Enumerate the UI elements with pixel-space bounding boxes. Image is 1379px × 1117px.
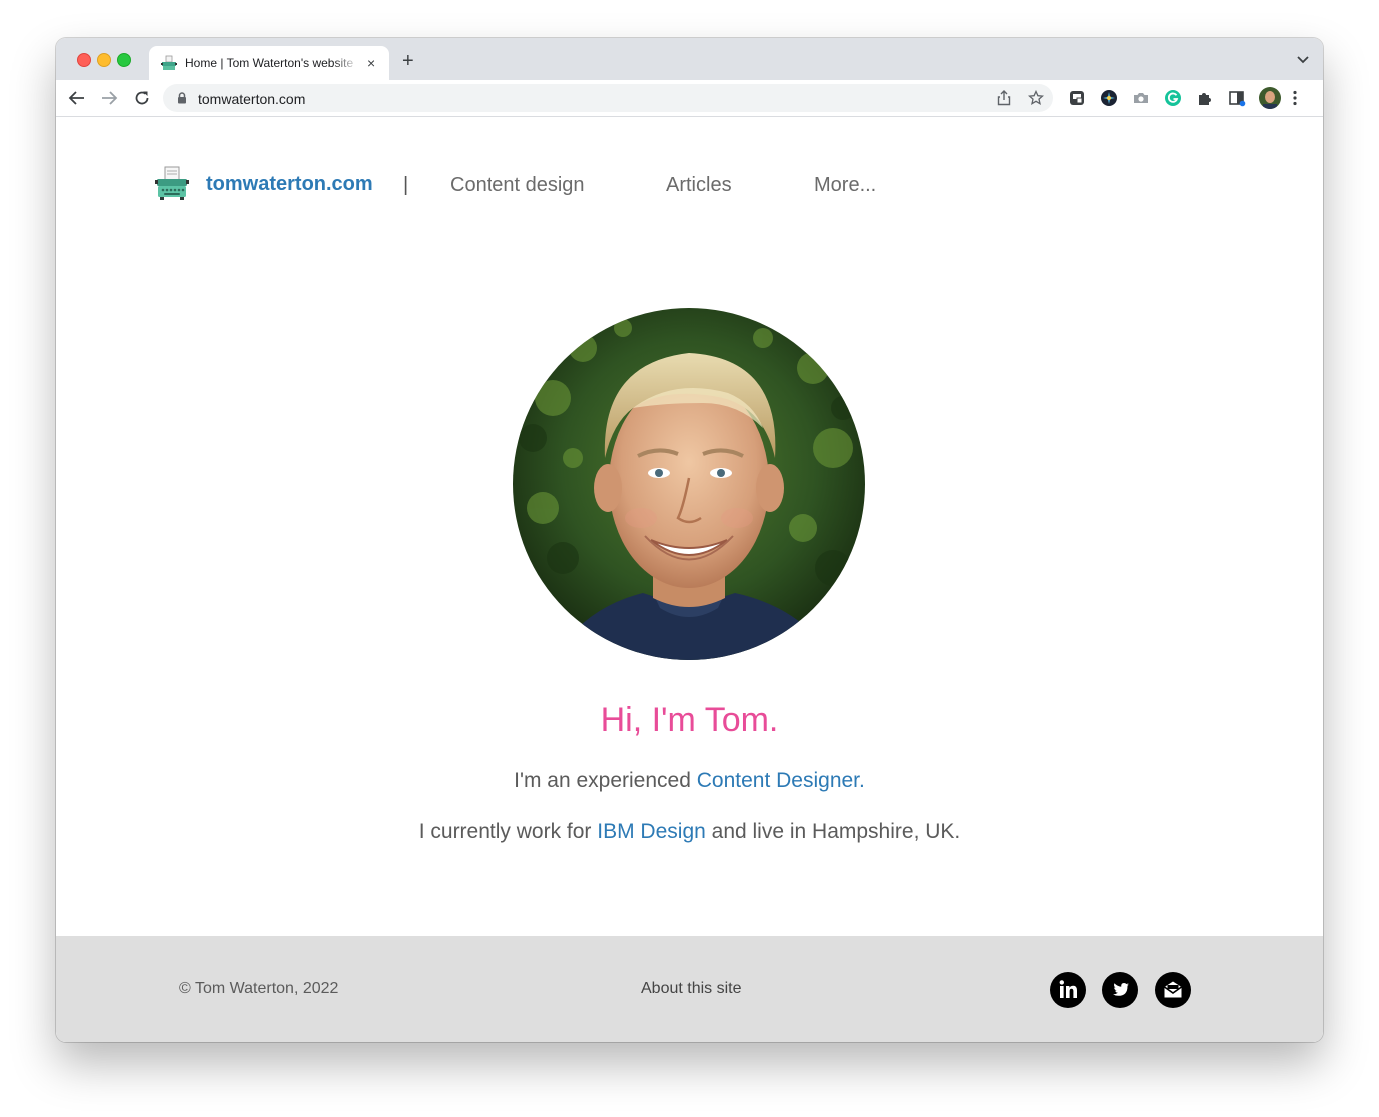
back-arrow-icon[interactable] <box>68 89 86 107</box>
intro-work-suffix: and live in Hampshire, UK. <box>705 820 961 843</box>
profile-photo <box>513 308 865 660</box>
copyright-text: © Tom Waterton, 2022 <box>179 980 339 997</box>
intro-line-role: I'm an experienced Content Designer. <box>56 769 1323 793</box>
intro-work-prefix: I currently work for <box>418 820 598 843</box>
tab-strip: Home | Tom Waterton's website × + <box>56 38 1323 80</box>
email-icon[interactable] <box>1155 972 1191 1008</box>
nav-link-more[interactable]: More... <box>814 174 876 197</box>
camera-icon[interactable] <box>1132 89 1150 107</box>
site-logo-link[interactable]: tomwaterton.com <box>206 173 373 196</box>
reading-list-icon[interactable] <box>1228 89 1246 107</box>
forward-arrow-icon[interactable] <box>100 89 118 107</box>
content-designer-link[interactable]: Content Designer <box>697 769 859 792</box>
new-tab-button[interactable]: + <box>402 51 414 71</box>
typewriter-favicon-icon <box>161 55 177 70</box>
typewriter-logo-icon[interactable] <box>154 165 190 201</box>
share-icon[interactable] <box>997 90 1011 106</box>
minimize-window-button[interactable] <box>97 53 111 67</box>
ibm-design-link[interactable]: IBM Design <box>597 820 706 843</box>
nav-link-content-design[interactable]: Content design <box>450 174 585 197</box>
greeting-heading: Hi, I'm Tom. <box>600 701 779 739</box>
browser-window: Home | Tom Waterton's website × + tomwat… <box>56 38 1323 1042</box>
address-bar[interactable]: tomwaterton.com <box>163 84 1053 112</box>
maximize-window-button[interactable] <box>117 53 131 67</box>
twitter-icon[interactable] <box>1102 972 1138 1008</box>
browser-tab-active[interactable]: Home | Tom Waterton's website × <box>149 46 389 80</box>
lock-icon[interactable] <box>177 92 187 104</box>
browser-toolbar: tomwaterton.com <box>56 80 1323 117</box>
close-window-button[interactable] <box>77 53 91 67</box>
reload-icon[interactable] <box>133 89 151 107</box>
tab-title: Home | Tom Waterton's website <box>185 56 354 70</box>
kebab-menu-icon[interactable] <box>1292 89 1298 107</box>
chevron-down-icon[interactable] <box>1297 56 1309 64</box>
linkedin-icon[interactable] <box>1050 972 1086 1008</box>
web-page: tomwaterton.com | Content design Article… <box>56 117 1323 1042</box>
grammarly-icon[interactable] <box>1164 89 1182 107</box>
profile-avatar-icon[interactable] <box>1259 87 1281 109</box>
intro-role-prefix: I'm an experienced <box>514 769 697 792</box>
nav-separator: | <box>403 174 409 196</box>
site-footer: © Tom Waterton, 2022 About this site <box>56 936 1323 1042</box>
intro-role-suffix: . <box>859 769 865 792</box>
tab-close-icon[interactable]: × <box>367 56 375 70</box>
star-bookmark-icon[interactable] <box>1028 90 1044 106</box>
about-site-link[interactable]: About this site <box>641 980 742 998</box>
address-url[interactable]: tomwaterton.com <box>198 91 305 107</box>
nav-link-articles[interactable]: Articles <box>666 174 732 197</box>
puzzle-extensions-icon[interactable] <box>1196 89 1214 107</box>
intro-line-work: I currently work for IBM Design and live… <box>56 820 1323 844</box>
extension-notes-icon[interactable] <box>1068 89 1086 107</box>
site-header: tomwaterton.com | Content design Article… <box>56 117 1323 257</box>
extension-color-wheel-icon[interactable] <box>1100 89 1118 107</box>
